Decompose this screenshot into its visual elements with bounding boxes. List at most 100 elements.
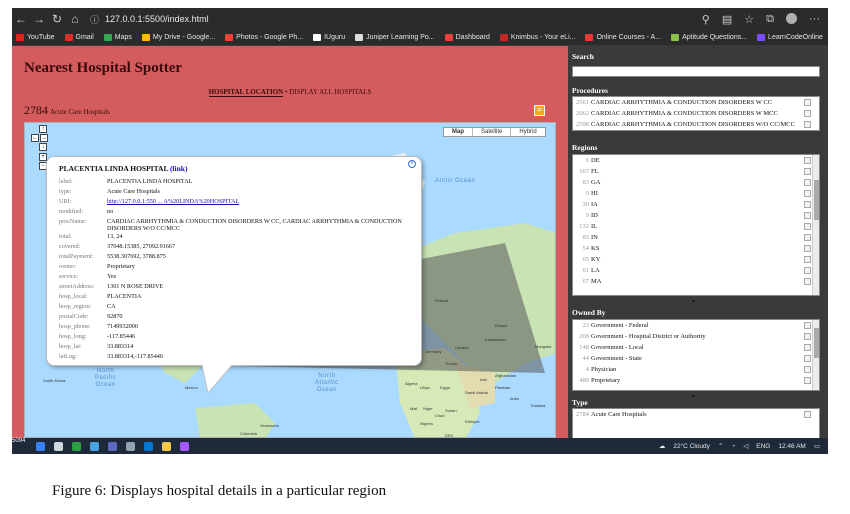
bookmark-item[interactable]: Knimbus - Your eLi... — [499, 34, 575, 41]
filter-item-image-icon — [804, 223, 811, 230]
collections-icon[interactable]: ⧉ — [766, 13, 774, 26]
bookmark-item[interactable]: YouTube — [16, 34, 55, 41]
filter-item[interactable]: 6 DE — [573, 155, 819, 166]
filter-item-image-icon — [804, 256, 811, 263]
info-value: 37048.15385, 27092.91667 — [107, 243, 176, 250]
back-icon[interactable]: ← — [12, 12, 30, 26]
info-value: CARDIAC ARRHYTHMIA & CONDUCTION DISORDER… — [107, 218, 402, 232]
home-icon[interactable]: ⌂ — [66, 12, 84, 26]
reload-icon[interactable]: ↻ — [48, 12, 66, 26]
language-indicator[interactable]: ENG — [756, 443, 770, 450]
bookmark-item[interactable]: Juniper Learning Po... — [355, 34, 435, 41]
filter-item[interactable]: 208 Government - Hospital District or Aut… — [573, 331, 819, 342]
forward-icon[interactable]: → — [30, 12, 48, 26]
notifications-icon[interactable]: ▭ — [814, 442, 820, 450]
info-row: hosp_region: CA — [59, 303, 407, 310]
list-scrollbar[interactable] — [812, 320, 819, 390]
search-icon[interactable] — [54, 441, 63, 451]
weather-icon[interactable]: ☁ — [659, 442, 666, 450]
filter-item[interactable]: 2598 CARDIAC ARRHYTHMIA & CONDUCTION DISO… — [573, 119, 819, 130]
filter-item[interactable]: 30 IA — [573, 199, 819, 210]
map-type-map[interactable]: Map — [444, 128, 473, 136]
filter-item[interactable]: 9 ID — [573, 210, 819, 221]
filter-item[interactable]: 85 IN — [573, 232, 819, 243]
reading-icon[interactable]: ▤ — [722, 13, 732, 26]
scrollbar-thumb[interactable] — [814, 180, 819, 220]
network-icon[interactable]: ◔ — [731, 443, 735, 450]
vscode-icon[interactable] — [144, 441, 153, 451]
filter-item[interactable]: 65 KY — [573, 254, 819, 265]
filter-item[interactable]: 23 Government - Federal — [573, 320, 819, 331]
page-title: Nearest Hospital Spotter — [24, 60, 183, 76]
type-list: 2784 Acute Care Hospitals — [572, 408, 820, 438]
clock[interactable]: 12:46 AM — [778, 443, 805, 450]
profile-avatar[interactable] — [786, 12, 797, 24]
bookmark-item[interactable]: My Drive - Google... — [141, 34, 215, 41]
filter-item-label: CARDIAC ARRHYTHMIA & CONDUCTION DISORDER… — [591, 121, 795, 128]
app-icon[interactable] — [126, 441, 135, 451]
filter-item[interactable]: 44 Government - State — [573, 353, 819, 364]
rss-icon[interactable]: ⌗ — [534, 105, 545, 116]
app2-icon[interactable] — [180, 441, 189, 451]
pan-left-button[interactable]: ← — [31, 134, 39, 142]
more-icon[interactable]: ··· — [809, 13, 820, 26]
filter-item[interactable]: 67 MA — [573, 276, 819, 287]
folder-icon[interactable] — [162, 441, 171, 451]
favorite-icon[interactable]: ☆ — [744, 13, 754, 26]
volume-icon[interactable]: ◁ — [743, 442, 748, 450]
filter-item[interactable]: 61 LA — [573, 265, 819, 276]
scrollbar-thumb[interactable] — [814, 328, 819, 358]
regions-chevron-icon[interactable]: ▾ — [692, 298, 695, 305]
url-field[interactable]: ⓘ 127.0.0.1:5500/index.html — [90, 11, 650, 27]
pan-right-button[interactable]: → — [40, 134, 48, 142]
pan-up-button[interactable]: ↑ — [39, 125, 47, 133]
info-uri-link[interactable]: http://127.0.0.1:550 ... A%20LINDA%20HOS… — [107, 198, 407, 205]
filter-item[interactable]: 132 IL — [573, 221, 819, 232]
filter-item[interactable]: 2561 CARDIAC ARRHYTHMIA & CONDUCTION DISO… — [573, 97, 819, 108]
tab-display-all-hospitals[interactable]: DISPLAY ALL HOSPITALS — [289, 88, 371, 96]
filter-item[interactable]: 167 FL — [573, 166, 819, 177]
tray-chevron-icon[interactable]: ⌃ — [718, 442, 723, 450]
filter-item-label: IA — [591, 201, 598, 208]
bookmark-item[interactable]: Dashboard — [444, 34, 490, 41]
start-icon[interactable] — [36, 441, 45, 451]
filter-item[interactable]: 54 KS — [573, 243, 819, 254]
bookmark-item[interactable]: Gmail — [64, 34, 94, 41]
bookmark-label: Gmail — [75, 34, 94, 41]
hospital-link[interactable]: (link) — [170, 164, 188, 173]
bookmark-item[interactable]: Online Courses - A... — [585, 34, 661, 41]
filter-item[interactable]: 489 Proprietary — [573, 375, 819, 386]
tab-hospital-location[interactable]: HOSPITAL LOCATION — [208, 88, 284, 97]
bookmark-item[interactable]: Aptitude Questions... — [671, 34, 747, 41]
owned-by-chevron-icon[interactable]: ▾ — [692, 393, 695, 400]
pan-down-button[interactable]: ↓ — [39, 143, 47, 151]
translate-icon[interactable]: ⚲ — [702, 13, 710, 26]
bookmark-item[interactable]: Maps — [103, 34, 132, 41]
edge-icon[interactable] — [90, 441, 99, 451]
search-input[interactable] — [572, 66, 820, 77]
info-key: hosp_phone: — [59, 323, 91, 330]
map-type-hybrid[interactable]: Hybrid — [511, 128, 544, 136]
bookmark-item[interactable]: Photos - Google Ph... — [225, 34, 303, 41]
teams-icon[interactable] — [108, 441, 117, 451]
weather-text[interactable]: 22°C Cloudy — [673, 443, 710, 450]
info-icon[interactable]: ⓘ — [90, 13, 99, 26]
close-icon[interactable]: × — [408, 160, 416, 168]
info-key: totalPayment: — [59, 253, 94, 260]
filter-item[interactable]: 2062 CARDIAC ARRHYTHMIA & CONDUCTION DISO… — [573, 108, 819, 119]
map-place-label: Libya — [420, 385, 430, 390]
map-type-satellite[interactable]: Satellite — [473, 128, 512, 136]
map-place-label: Saudi Arabia — [465, 390, 488, 395]
filter-item[interactable]: 148 Government - Local — [573, 342, 819, 353]
bookmark-label: Online Courses - A... — [596, 34, 662, 41]
filter-item[interactable]: 4 Physician — [573, 364, 819, 375]
filter-item[interactable]: 2784 Acute Care Hospitals — [573, 409, 819, 420]
filter-item[interactable]: 83 GA — [573, 177, 819, 188]
map-place-label: Kazakhstan — [485, 337, 506, 342]
filter-item[interactable]: 9 HI — [573, 188, 819, 199]
bookmark-item[interactable]: IUguru — [313, 34, 345, 41]
map-place-label: South Korea — [43, 378, 66, 383]
bookmark-item[interactable]: LearnCodeOnline — [757, 34, 823, 41]
whatsapp-icon[interactable] — [72, 441, 81, 451]
list-scrollbar[interactable] — [812, 155, 819, 295]
